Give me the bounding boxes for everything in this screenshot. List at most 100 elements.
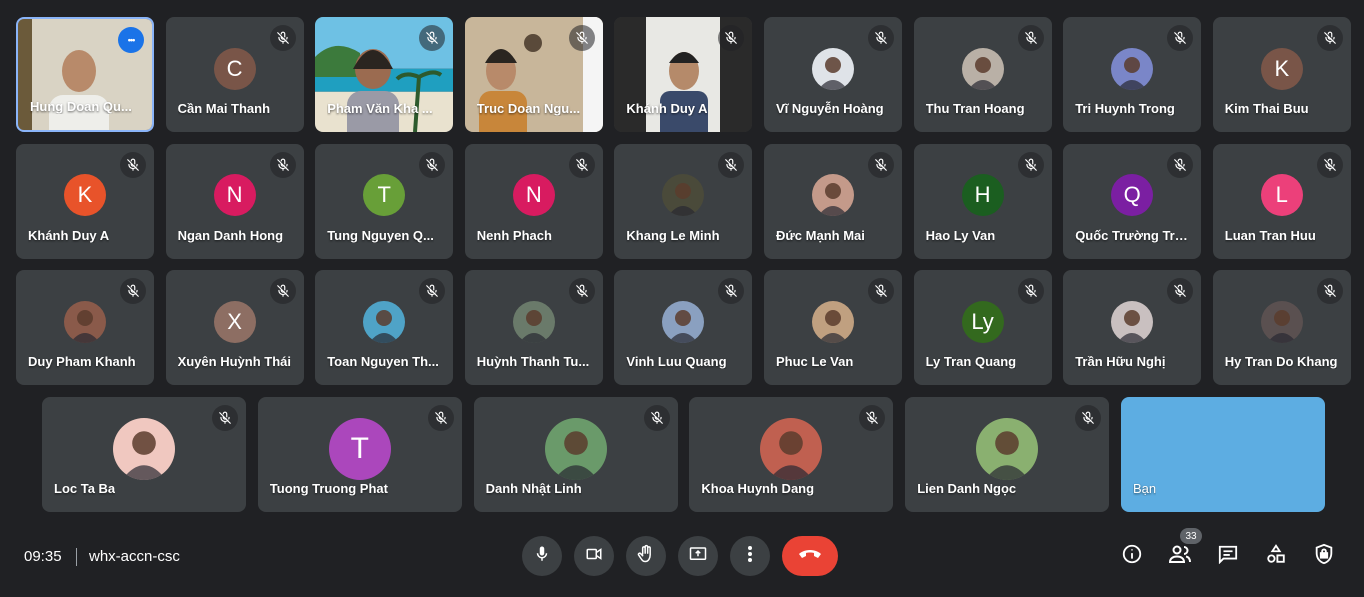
participant-tile[interactable]: N Ngan Danh Hong: [165, 143, 304, 259]
meeting-details-button[interactable]: [1118, 542, 1146, 570]
participant-tile[interactable]: Trần Hữu Nghị: [1063, 270, 1202, 385]
participant-tile[interactable]: X Xuyên Huỳnh Thái: [165, 270, 304, 385]
avatar: Q: [1111, 174, 1154, 217]
avatar: [1260, 300, 1303, 343]
mic-off-icon: [1017, 151, 1044, 178]
leave-call-button[interactable]: [782, 536, 838, 576]
camera-button[interactable]: [574, 536, 614, 576]
mic-off-icon: [120, 278, 146, 304]
participant-tile[interactable]: K Kim Thai Buu: [1212, 17, 1351, 132]
participant-tile[interactable]: Khoa Huynh Dang: [689, 397, 894, 512]
mic-off-icon: [1316, 151, 1343, 178]
mic-off-icon: [1167, 278, 1194, 304]
participant-tile[interactable]: T Tung Nguyen Q...: [315, 143, 454, 259]
participant-name: Pham Văn Kha ...: [327, 101, 433, 116]
avatar: [662, 300, 705, 343]
participant-name: Cần Mai Thanh: [177, 101, 271, 116]
participant-tile[interactable]: C Cần Mai Thanh: [165, 17, 304, 132]
avatar: [64, 300, 106, 343]
participant-tile[interactable]: Tri Huynh Trong: [1063, 17, 1202, 132]
participant-name: Khang Le Minh: [626, 227, 720, 243]
mic-off-icon: [1316, 278, 1343, 304]
mic-off-icon: [868, 278, 894, 304]
participant-tile[interactable]: T Tuong Truong Phat: [257, 397, 462, 512]
participant-tile[interactable]: Hy Tran Do Khang: [1212, 270, 1351, 385]
mic-off-icon: [120, 151, 146, 178]
people-count-badge: 33: [1180, 528, 1202, 544]
participant-tile[interactable]: Loc Ta Ba: [42, 397, 246, 512]
participant-name: Nenh Phach: [476, 227, 552, 243]
avatar: [544, 417, 607, 480]
mic-off-icon: [718, 151, 745, 178]
participant-name: Khánh Duy A: [626, 101, 708, 116]
avatar: [113, 417, 175, 480]
avatar: N: [213, 174, 256, 217]
participant-name: Truc Doan Ngu...: [476, 101, 581, 116]
participant-name: Huỳnh Thanh Tu...: [476, 354, 590, 369]
present-icon: [688, 545, 708, 568]
participant-name: Tuong Truong Phat: [269, 481, 388, 496]
participant-name: Hao Ly Van: [925, 227, 996, 243]
mic-off-icon: [419, 25, 446, 51]
activities-button[interactable]: [1262, 542, 1290, 570]
people-button[interactable]: [1166, 542, 1194, 570]
bottom-toolbar: 09:35 whx-accn-csc 33: [0, 520, 1364, 597]
avatar: T: [328, 417, 391, 480]
avatar: [812, 47, 854, 90]
participant-name: Ngan Danh Hong: [177, 227, 284, 243]
participant-tile[interactable]: Phuc Le Van: [764, 270, 902, 385]
participant-tile[interactable]: Truc Doan Ngu...: [464, 17, 603, 132]
participant-tile[interactable]: Vinh Luu Quang: [614, 270, 753, 385]
avatar: L: [1260, 174, 1303, 217]
participant-tile[interactable]: Vĩ Nguyễn Hoàng: [764, 17, 902, 132]
participant-tile[interactable]: Đức Mạnh Mai: [764, 143, 902, 259]
participant-tile[interactable]: H Hao Ly Van: [913, 143, 1052, 259]
participant-tile[interactable]: Toan Nguyen Th...: [315, 270, 454, 385]
meeting-code: whx-accn-csc: [89, 548, 180, 565]
participant-tile[interactable]: ••• Hung Doan Qu...: [16, 17, 154, 132]
participant-name: Tung Nguyen Q...: [327, 227, 434, 243]
hangup-icon: [798, 547, 822, 565]
avatar: [363, 300, 406, 343]
avatar: [812, 174, 854, 217]
mic-off-icon: [419, 278, 446, 304]
participant-tile[interactable]: Pham Văn Kha ...: [315, 17, 454, 132]
mic-off-icon: [427, 405, 454, 431]
host-controls-button[interactable]: [1310, 542, 1338, 570]
participant-tile[interactable]: L Luan Tran Huu: [1212, 143, 1351, 259]
raise-hand-button[interactable]: [626, 536, 666, 576]
mic-off-icon: [568, 151, 595, 178]
participant-name: Hung Doan Qu...: [30, 99, 132, 114]
participant-name: Trần Hữu Nghị: [1075, 354, 1166, 369]
participant-tile[interactable]: Lien Danh Ngọc: [905, 397, 1110, 512]
participant-tile[interactable]: K Khánh Duy A: [16, 143, 154, 259]
mic-off-icon: [419, 151, 446, 178]
more-options-button[interactable]: [730, 536, 770, 576]
participant-tile[interactable]: Q Quốc Trường Trần: [1063, 143, 1202, 259]
participant-tile[interactable]: N Nenh Phach: [464, 143, 603, 259]
present-screen-button[interactable]: [678, 536, 718, 576]
avatar: N: [512, 174, 555, 217]
participant-tile[interactable]: Duy Pham Khanh: [16, 270, 154, 385]
avatar: [1111, 300, 1154, 343]
participant-tile[interactable]: Thu Tran Hoang: [913, 17, 1052, 132]
participant-tile[interactable]: Ly Ly Tran Quang: [913, 270, 1052, 385]
mic-off-icon: [269, 151, 296, 178]
mic-off-icon: [568, 278, 595, 304]
microphone-icon: [533, 545, 551, 568]
participant-tile[interactable]: Khánh Duy A: [614, 17, 753, 132]
people-icon: [1168, 544, 1192, 569]
participant-tile[interactable]: Khang Le Minh: [614, 143, 753, 259]
mic-off-icon: [568, 25, 595, 51]
participant-name: Ly Tran Quang: [925, 354, 1017, 369]
self-tile[interactable]: Bạn: [1121, 397, 1325, 512]
more-options-icon[interactable]: •••: [118, 27, 144, 53]
participant-name: Duy Pham Khanh: [28, 354, 136, 369]
participant-tile[interactable]: Danh Nhật Linh: [473, 397, 678, 512]
chat-button[interactable]: [1214, 542, 1242, 570]
participant-tile[interactable]: Huỳnh Thanh Tu...: [464, 270, 603, 385]
avatar: [976, 417, 1039, 480]
participant-name: Phuc Le Van: [776, 354, 854, 369]
mic-off-icon: [868, 151, 894, 178]
microphone-button[interactable]: [522, 536, 562, 576]
